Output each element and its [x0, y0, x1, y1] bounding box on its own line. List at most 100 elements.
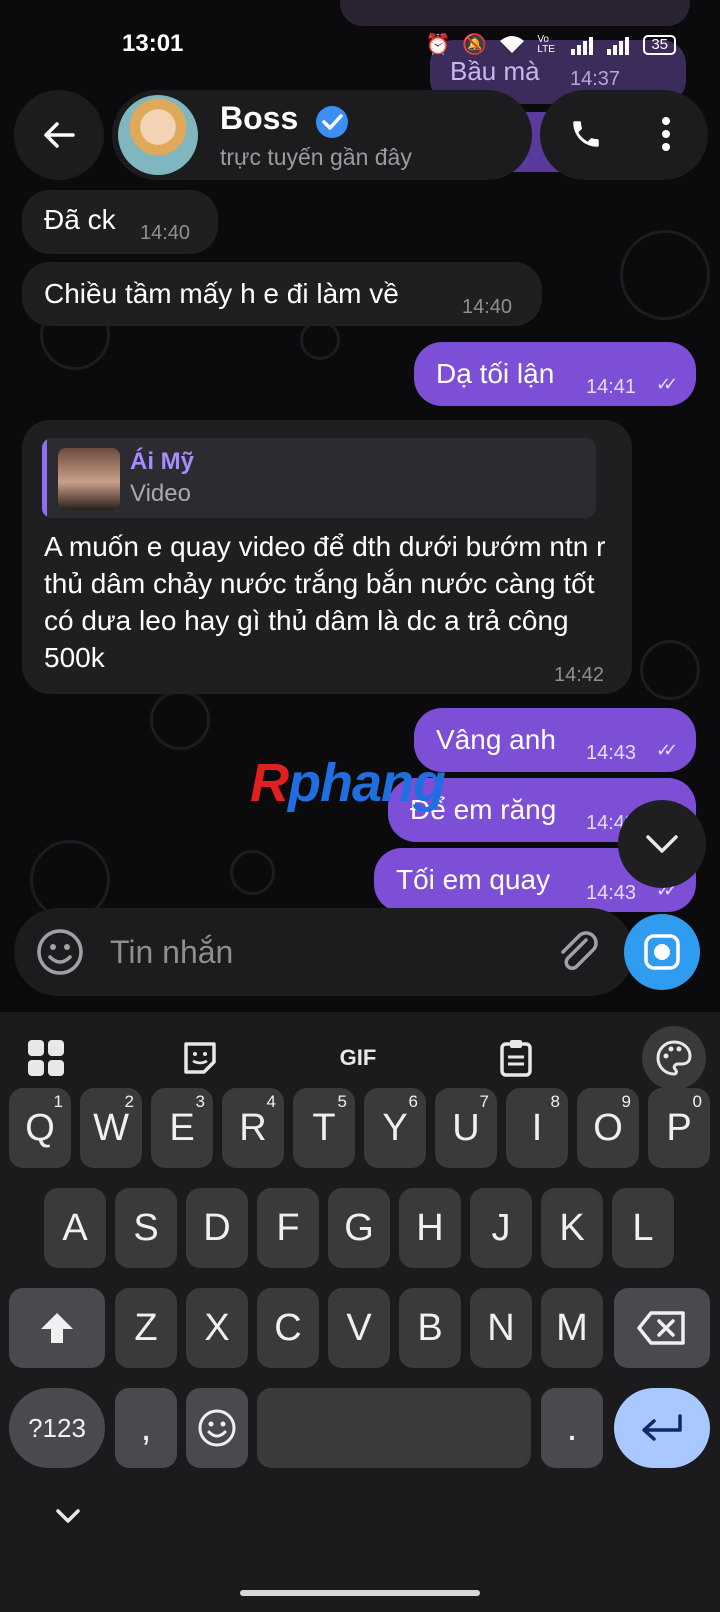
key-hint: 9 — [621, 1092, 631, 1111]
message-text: Chiều tầm mấy h e đi làm về — [44, 278, 399, 309]
arrow-left-icon — [44, 122, 75, 148]
key-o[interactable]: O9 — [577, 1088, 639, 1168]
key-x[interactable]: X — [186, 1288, 248, 1368]
key-label: K — [559, 1206, 585, 1249]
mute-icon: 🔕 — [462, 34, 488, 56]
clipboard-icon — [500, 1040, 532, 1077]
grid-icon — [28, 1040, 64, 1076]
key-hint: 2 — [124, 1092, 134, 1111]
shift-icon — [41, 1313, 73, 1343]
reply-preview[interactable]: Ái Mỹ Video — [42, 438, 596, 518]
key-k[interactable]: K — [541, 1188, 603, 1268]
key-r[interactable]: R4 — [222, 1088, 284, 1168]
key-a[interactable]: A — [44, 1188, 106, 1268]
emoji-icon[interactable] — [34, 926, 86, 978]
call-button[interactable] — [556, 104, 616, 164]
message-time: 14:40 — [140, 222, 191, 244]
message-input[interactable] — [110, 928, 510, 976]
camera-button[interactable] — [624, 914, 700, 990]
more-options-button[interactable] — [638, 104, 694, 164]
key-h[interactable]: H — [399, 1188, 461, 1268]
emoji-icon — [198, 1409, 236, 1447]
symbols-key[interactable]: ?123 — [9, 1388, 105, 1468]
key-hint: 6 — [408, 1092, 418, 1111]
read-receipt-icon: ✓✓ — [656, 374, 678, 394]
key-label: M — [556, 1306, 588, 1349]
contact-status: trực tuyến gần đây — [220, 144, 412, 170]
key-label: H — [416, 1206, 444, 1249]
gif-button[interactable]: GIF — [326, 1026, 390, 1090]
more-vertical-icon — [662, 117, 670, 151]
shift-key[interactable] — [9, 1288, 105, 1368]
scroll-to-bottom-button[interactable] — [618, 800, 706, 888]
key-label: G — [344, 1206, 374, 1249]
message-bubble-incoming[interactable]: Đã ck 14:40 — [22, 190, 218, 254]
key-y[interactable]: Y6 — [364, 1088, 426, 1168]
key-u[interactable]: U7 — [435, 1088, 497, 1168]
wifi-icon — [500, 35, 525, 53]
apps-grid-button[interactable] — [14, 1026, 78, 1090]
key-m[interactable]: M — [541, 1288, 603, 1368]
message-bubble-incoming[interactable]: Chiều tầm mấy h e đi làm về 14:40 — [22, 262, 542, 326]
back-button[interactable] — [14, 90, 104, 180]
message-bubble-outgoing[interactable]: Dạ tối lận 14:41 ✓✓ — [414, 342, 696, 406]
key-e[interactable]: E3 — [151, 1088, 213, 1168]
watermark-word: phang — [288, 753, 446, 813]
message-bubble-outgoing[interactable]: Vâng anh 14:43 ✓✓ — [414, 708, 696, 772]
sticker-icon — [184, 1042, 216, 1074]
period-key[interactable]: . — [541, 1388, 603, 1468]
signal-icon — [607, 36, 630, 55]
key-w[interactable]: W2 — [80, 1088, 142, 1168]
key-s[interactable]: S — [115, 1188, 177, 1268]
emoji-key[interactable] — [186, 1388, 248, 1468]
reply-sender-name: Ái Mỹ — [130, 448, 195, 475]
space-key[interactable] — [257, 1388, 531, 1468]
key-label: ?123 — [28, 1412, 86, 1443]
watermark-logo: Rphang — [250, 752, 446, 814]
key-i[interactable]: I8 — [506, 1088, 568, 1168]
key-label: X — [204, 1306, 230, 1349]
clipboard-button[interactable] — [484, 1026, 548, 1090]
key-label: . — [566, 1406, 578, 1449]
enter-key[interactable] — [614, 1388, 710, 1468]
key-q[interactable]: Q1 — [9, 1088, 71, 1168]
enter-icon — [642, 1414, 682, 1441]
key-t[interactable]: T5 — [293, 1088, 355, 1168]
palette-icon — [656, 1040, 692, 1076]
hide-keyboard-chevron-icon[interactable] — [52, 1500, 84, 1532]
backspace-key[interactable] — [614, 1288, 710, 1368]
message-composer — [14, 908, 634, 996]
battery-icon: 35 — [643, 34, 676, 55]
key-label: Y — [382, 1106, 408, 1149]
key-z[interactable]: Z — [115, 1288, 177, 1368]
status-time: 13:01 — [122, 30, 184, 57]
comma-key[interactable]: , — [115, 1388, 177, 1468]
sticker-button[interactable] — [168, 1026, 232, 1090]
paperclip-icon[interactable] — [552, 926, 604, 978]
gif-label: GIF — [339, 1045, 377, 1070]
alarm-icon: ⏰ — [425, 34, 451, 56]
status-icons: ⏰ 🔕 Vo LTE 35 — [425, 32, 676, 57]
key-v[interactable]: V — [328, 1288, 390, 1368]
message-text: Vâng anh — [436, 724, 556, 755]
key-g[interactable]: G — [328, 1188, 390, 1268]
message-bubble-incoming-reply[interactable]: Ái Mỹ Video A muốn e quay video để dth d… — [22, 420, 632, 694]
message-time: 14:43 — [586, 742, 637, 764]
key-b[interactable]: B — [399, 1288, 461, 1368]
key-f[interactable]: F — [257, 1188, 319, 1268]
key-n[interactable]: N — [470, 1288, 532, 1368]
theme-button[interactable] — [642, 1026, 706, 1090]
message-text: Đã ck — [44, 204, 116, 235]
message-text: A muốn e quay video để dth dưới bướm ntn… — [44, 531, 606, 673]
home-indicator[interactable] — [240, 1590, 480, 1596]
avatar[interactable] — [118, 95, 198, 175]
contact-header[interactable]: Boss trực tuyến gần đây — [112, 90, 532, 180]
key-l[interactable]: L — [612, 1188, 674, 1268]
key-c[interactable]: C — [257, 1288, 319, 1368]
key-p[interactable]: P0 — [648, 1088, 710, 1168]
key-label: B — [417, 1306, 443, 1349]
key-d[interactable]: D — [186, 1188, 248, 1268]
key-j[interactable]: J — [470, 1188, 532, 1268]
key-label: Q — [25, 1106, 55, 1149]
signal-icon — [571, 36, 594, 55]
